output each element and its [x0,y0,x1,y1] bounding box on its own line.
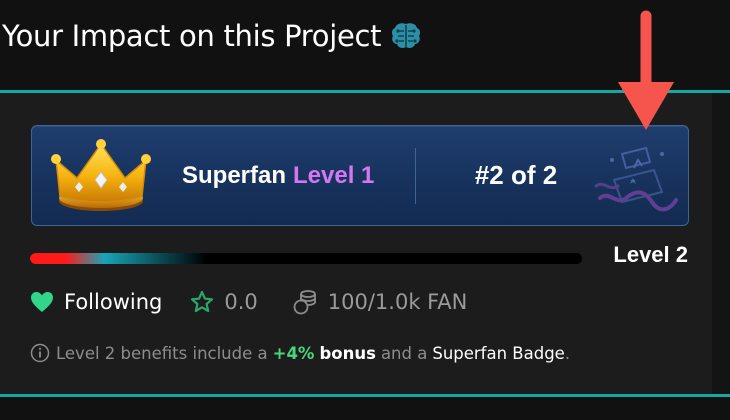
page-title-row: Your Impact on this Project [2,14,423,58]
bonus-percent: +4% [272,343,315,363]
level-benefits-note: Level 2 benefits include a +4% bonus and… [30,340,570,366]
bonus-word: bonus [319,343,376,363]
rating-stat: 0.0 [190,290,258,314]
next-level-label: Level 2 [613,242,688,267]
annotation-arrow-icon [618,10,674,130]
brain-icon [392,23,421,48]
stats-row: Following 0.0 100/1.0k FAN [30,284,467,320]
tier-title: Superfan Level 1 [182,126,374,225]
section-divider-bottom [0,394,730,397]
superfan-tier-card[interactable]: Superfan Level 1 #2 of 2 [31,125,689,226]
tier-name: Superfan [182,161,287,189]
mystery-box-icon [594,146,678,212]
fan-rank: #2 of 2 [474,160,558,190]
fan-token-stat: 100/1.0k FAN [292,289,468,315]
scrollbar-track[interactable] [712,93,730,394]
benefits-suffix: . [564,343,571,363]
fan-progress-value: 100/1.0k FAN [327,290,468,314]
info-icon [30,343,50,363]
page-title: Your Impact on this Project [2,19,382,53]
card-divider [415,148,416,204]
following-label: Following [64,290,163,314]
level-progress-bar [30,253,582,264]
tier-level: Level 1 [293,161,375,189]
benefits-prefix: Level 2 benefits include a [56,343,268,363]
star-icon [191,290,214,313]
follow-toggle[interactable]: Following [30,290,162,314]
coins-icon [293,290,316,315]
level-progress-fill [30,253,207,264]
benefits-middle: and a [380,343,428,363]
heart-icon [31,292,53,312]
crown-icon [51,139,151,211]
rating-value: 0.0 [224,290,258,314]
badge-name: Superfan Badge [432,343,565,363]
